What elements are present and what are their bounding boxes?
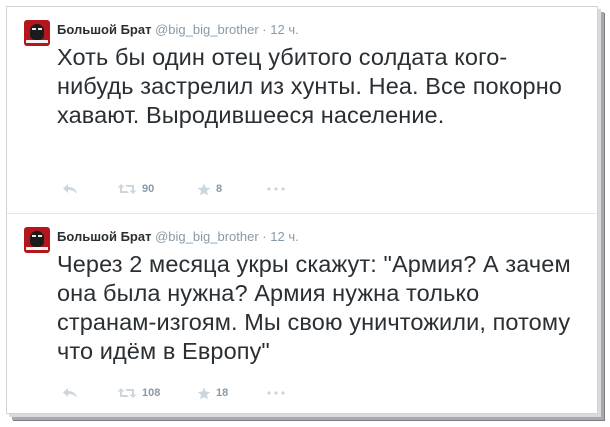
tweet[interactable]: Большой Брат @big_big_brother · 12 ч. Хо… xyxy=(7,7,597,214)
tweet-header: Большой Брат @big_big_brother · 12 ч. xyxy=(57,229,299,245)
retweet-count: 108 xyxy=(142,387,161,399)
reply-button[interactable] xyxy=(62,383,78,403)
more-icon xyxy=(267,187,285,191)
tweet-time[interactable]: 12 ч. xyxy=(270,22,298,37)
header-separator: · xyxy=(262,22,267,37)
author-name[interactable]: Большой Брат xyxy=(57,22,151,37)
retweet-icon xyxy=(117,183,137,195)
screenshot-frame: Большой Брат @big_big_brother · 12 ч. Хо… xyxy=(6,6,598,414)
more-icon xyxy=(267,391,285,395)
reply-icon xyxy=(62,387,78,399)
reply-button[interactable] xyxy=(62,179,78,199)
tweet-header: Большой Брат @big_big_brother · 12 ч. xyxy=(57,22,299,38)
retweet-count: 90 xyxy=(142,183,155,195)
more-button[interactable] xyxy=(267,383,285,403)
avatar-band xyxy=(26,40,48,43)
avatar-eye xyxy=(38,235,42,237)
favorite-count: 8 xyxy=(216,183,223,195)
avatar[interactable] xyxy=(24,227,50,253)
author-handle[interactable]: @big_big_brother xyxy=(155,229,259,244)
star-icon xyxy=(197,183,211,196)
reply-icon xyxy=(62,183,78,195)
avatar-eye xyxy=(32,28,36,30)
author-name[interactable]: Большой Брат xyxy=(57,229,151,244)
favorite-button[interactable]: 18 xyxy=(197,383,228,403)
author-handle[interactable]: @big_big_brother xyxy=(155,22,259,37)
tweet-text: Через 2 месяца укры скажут: "Армия? А за… xyxy=(57,251,571,364)
avatar-face xyxy=(30,231,44,247)
retweet-button[interactable]: 108 xyxy=(117,383,160,403)
more-button[interactable] xyxy=(267,179,285,199)
retweet-button[interactable]: 90 xyxy=(117,179,154,199)
favorite-count: 18 xyxy=(216,387,229,399)
header-separator: · xyxy=(262,229,267,244)
avatar-eye xyxy=(32,235,36,237)
star-icon xyxy=(197,387,211,400)
avatar-face xyxy=(30,24,44,40)
tweet-text: Хоть бы один отец убитого солдата кого-н… xyxy=(57,44,562,128)
avatar[interactable] xyxy=(24,20,50,46)
tweet-time[interactable]: 12 ч. xyxy=(270,229,298,244)
avatar-eye xyxy=(38,28,42,30)
tweet[interactable]: Большой Брат @big_big_brother · 12 ч. Че… xyxy=(7,214,597,413)
favorite-button[interactable]: 8 xyxy=(197,179,222,199)
avatar-band xyxy=(26,247,48,250)
retweet-icon xyxy=(117,387,137,399)
